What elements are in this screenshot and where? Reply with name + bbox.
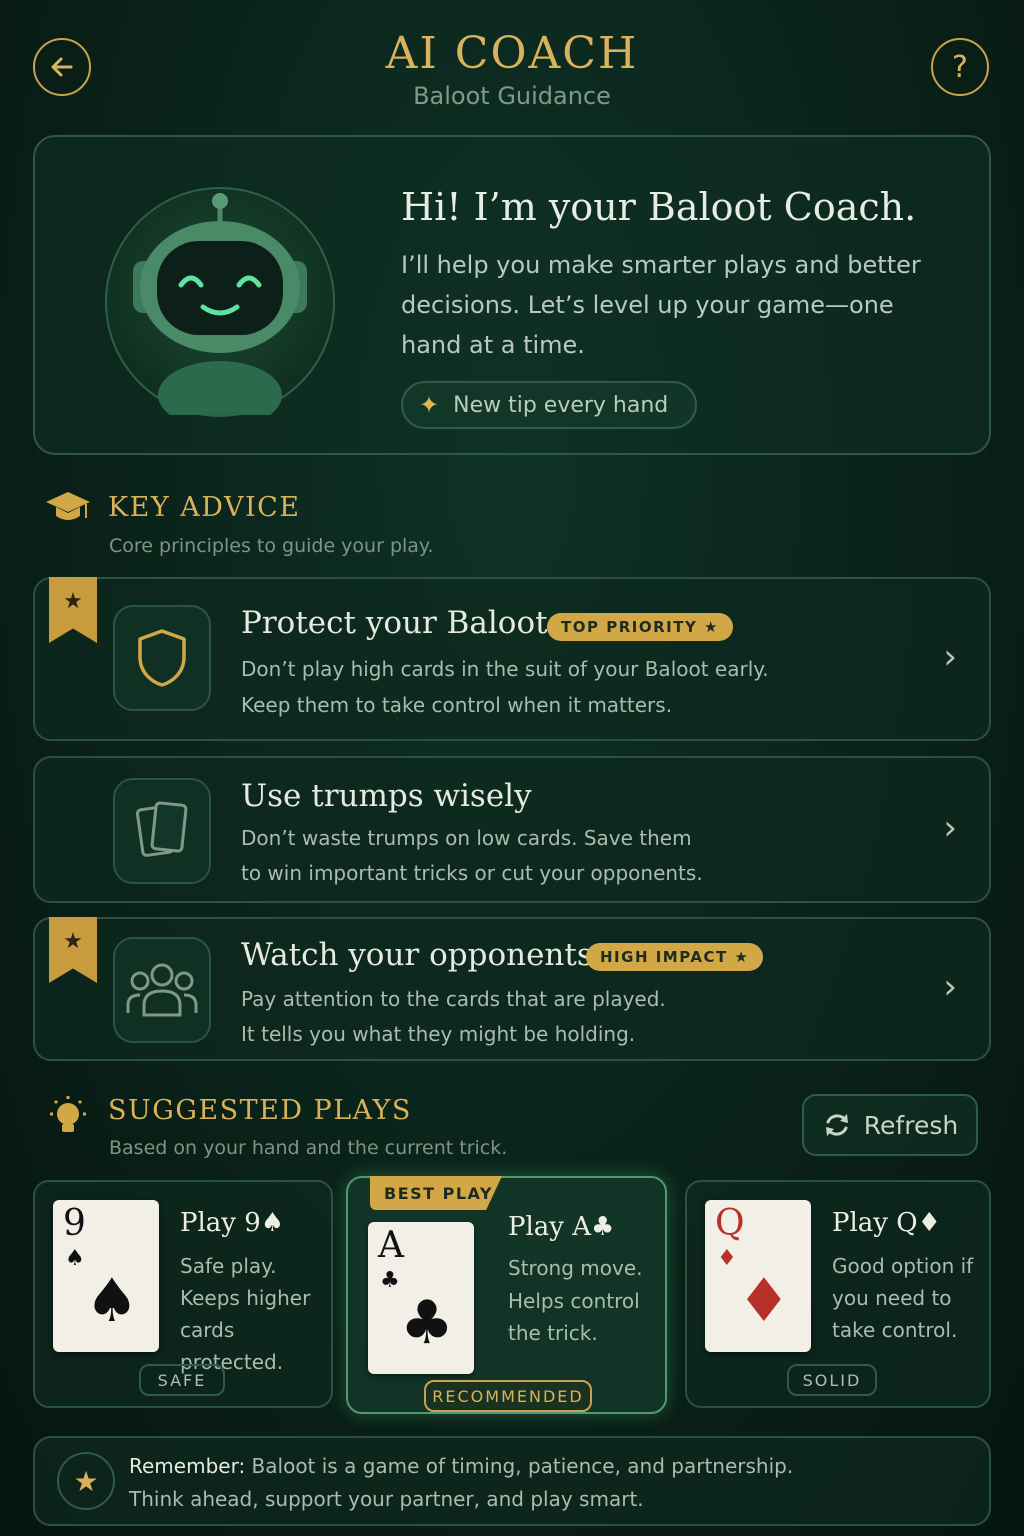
- lightbulb-icon: [50, 1096, 86, 1132]
- diamond-icon: ♦: [737, 1266, 791, 1336]
- advice-title: Watch your opponents: [241, 937, 593, 973]
- card-rank: Q: [715, 1203, 745, 1244]
- playing-card: Q ♦ ♦: [705, 1200, 811, 1352]
- play-text-3: the trick.: [508, 1321, 598, 1345]
- play-option-ace-clubs[interactable]: BEST PLAY A ♣ ♣ Play A♣ Strong move. Hel…: [346, 1176, 667, 1414]
- group-icon: [126, 963, 198, 1017]
- advice-text-1: Pay attention to the cards that are play…: [241, 987, 666, 1011]
- play-title: Play A♣: [508, 1212, 615, 1242]
- hero-title: Hi! I’m your Baloot Coach.: [401, 185, 917, 229]
- recommended-tag: RECOMMENDED: [424, 1380, 592, 1412]
- play-option-nine-spades[interactable]: 9 ♠ ♠ Play 9♠ Safe play. Keeps higher ca…: [33, 1180, 333, 1408]
- play-title: Play Q♦: [832, 1208, 941, 1238]
- safe-tag: SAFE: [139, 1364, 225, 1396]
- club-icon: ♣: [380, 1268, 400, 1293]
- suggested-plays-subtitle: Based on your hand and the current trick…: [109, 1137, 508, 1159]
- club-icon: ♣: [400, 1288, 454, 1358]
- graduation-cap-icon: [46, 492, 90, 520]
- refresh-icon: [825, 1114, 848, 1136]
- advice-title: Protect your Baloot: [241, 605, 548, 641]
- play-text-3: take control.: [832, 1318, 958, 1342]
- play-text-2: Helps control: [508, 1289, 640, 1313]
- tip-pill-label: New tip every hand: [453, 392, 669, 418]
- coach-intro-card: Hi! I’m your Baloot Coach. I’ll help you…: [33, 135, 991, 455]
- play-text-1: Strong move.: [508, 1256, 643, 1280]
- play-option-queen-diamonds[interactable]: Q ♦ ♦ Play Q♦ Good option if you need to…: [685, 1180, 991, 1408]
- advice-card-opponents[interactable]: ★ Watch your opponents HIGH IMPACT ★ Pay…: [33, 917, 991, 1061]
- chevron-right-icon: ›: [943, 808, 957, 848]
- page-title: AI COACH: [385, 28, 639, 79]
- advice-icon-box: [113, 937, 211, 1043]
- hero-text: I’ll help you make smarter plays and bet…: [401, 251, 921, 359]
- advice-text-2: Keep them to take control when it matter…: [241, 693, 673, 717]
- high-impact-badge: HIGH IMPACT ★: [586, 943, 764, 971]
- chevron-right-icon: ›: [943, 637, 957, 677]
- best-play-badge: BEST PLAY: [370, 1176, 502, 1210]
- advice-icon-box: [113, 778, 211, 884]
- card-rank: 9: [63, 1203, 86, 1244]
- playing-card: 9 ♠ ♠: [53, 1200, 159, 1352]
- key-advice-subtitle: Core principles to guide your play.: [109, 535, 434, 557]
- advice-text-1: Don’t play high cards in the suit of you…: [241, 657, 769, 681]
- advice-text-2: It tells you what they might be holding.: [241, 1022, 636, 1046]
- star-ribbon-icon: ★: [49, 917, 97, 983]
- suggested-plays-title: SUGGESTED PLAYS: [108, 1095, 412, 1126]
- key-advice-title: KEY ADVICE: [108, 492, 301, 523]
- star-icon: ★: [57, 1452, 115, 1510]
- play-text-1: Safe play.: [180, 1254, 277, 1278]
- reminder-text: Remember: Baloot is a game of timing, pa…: [129, 1450, 793, 1516]
- spade-icon: ♠: [65, 1246, 85, 1271]
- robot-icon: [133, 193, 307, 429]
- play-text-2: Keeps higher: [180, 1286, 311, 1310]
- coach-avatar: [105, 187, 335, 429]
- card-rank: A: [378, 1225, 404, 1266]
- diamond-icon: ♦: [717, 1246, 737, 1271]
- advice-icon-box: [113, 605, 211, 711]
- top-priority-badge: TOP PRIORITY ★: [547, 613, 733, 641]
- play-text-2: you need to: [832, 1286, 952, 1310]
- advice-text-1: Don’t waste trumps on low cards. Save th…: [241, 826, 692, 850]
- cards-icon: [135, 801, 188, 857]
- page-subtitle: Baloot Guidance: [413, 82, 611, 110]
- playing-card: A ♣ ♣: [368, 1222, 474, 1374]
- advice-title: Use trumps wisely: [241, 778, 532, 814]
- tip-pill: ✦ New tip every hand: [401, 381, 697, 429]
- play-title: Play 9♠: [180, 1208, 285, 1238]
- spade-icon: ♠: [85, 1266, 139, 1336]
- advice-card-protect[interactable]: ★ Protect your Baloot TOP PRIORITY ★ Don…: [33, 577, 991, 741]
- play-text-1: Good option if: [832, 1254, 974, 1278]
- refresh-label: Refresh: [863, 1110, 959, 1140]
- star-ribbon-icon: ★: [49, 577, 97, 643]
- reminder-banner: ★ Remember: Baloot is a game of timing, …: [33, 1436, 991, 1526]
- solid-tag: SOLID: [787, 1364, 877, 1396]
- sparkle-icon: ✦: [419, 391, 440, 419]
- chevron-right-icon: ›: [943, 967, 957, 1007]
- shield-icon: [138, 629, 186, 687]
- help-button[interactable]: ?: [931, 38, 989, 96]
- advice-card-trumps[interactable]: Use trumps wisely Don’t waste trumps on …: [33, 756, 991, 903]
- reminder-lead: Remember:: [129, 1454, 246, 1478]
- help-icon: ?: [952, 49, 968, 85]
- advice-text-2: to win important tricks or cut your oppo…: [241, 861, 703, 885]
- reminder-line-2: Think ahead, support your partner, and p…: [129, 1487, 644, 1511]
- refresh-button[interactable]: Refresh: [802, 1094, 978, 1156]
- reminder-line-1: Baloot is a game of timing, patience, an…: [245, 1454, 794, 1478]
